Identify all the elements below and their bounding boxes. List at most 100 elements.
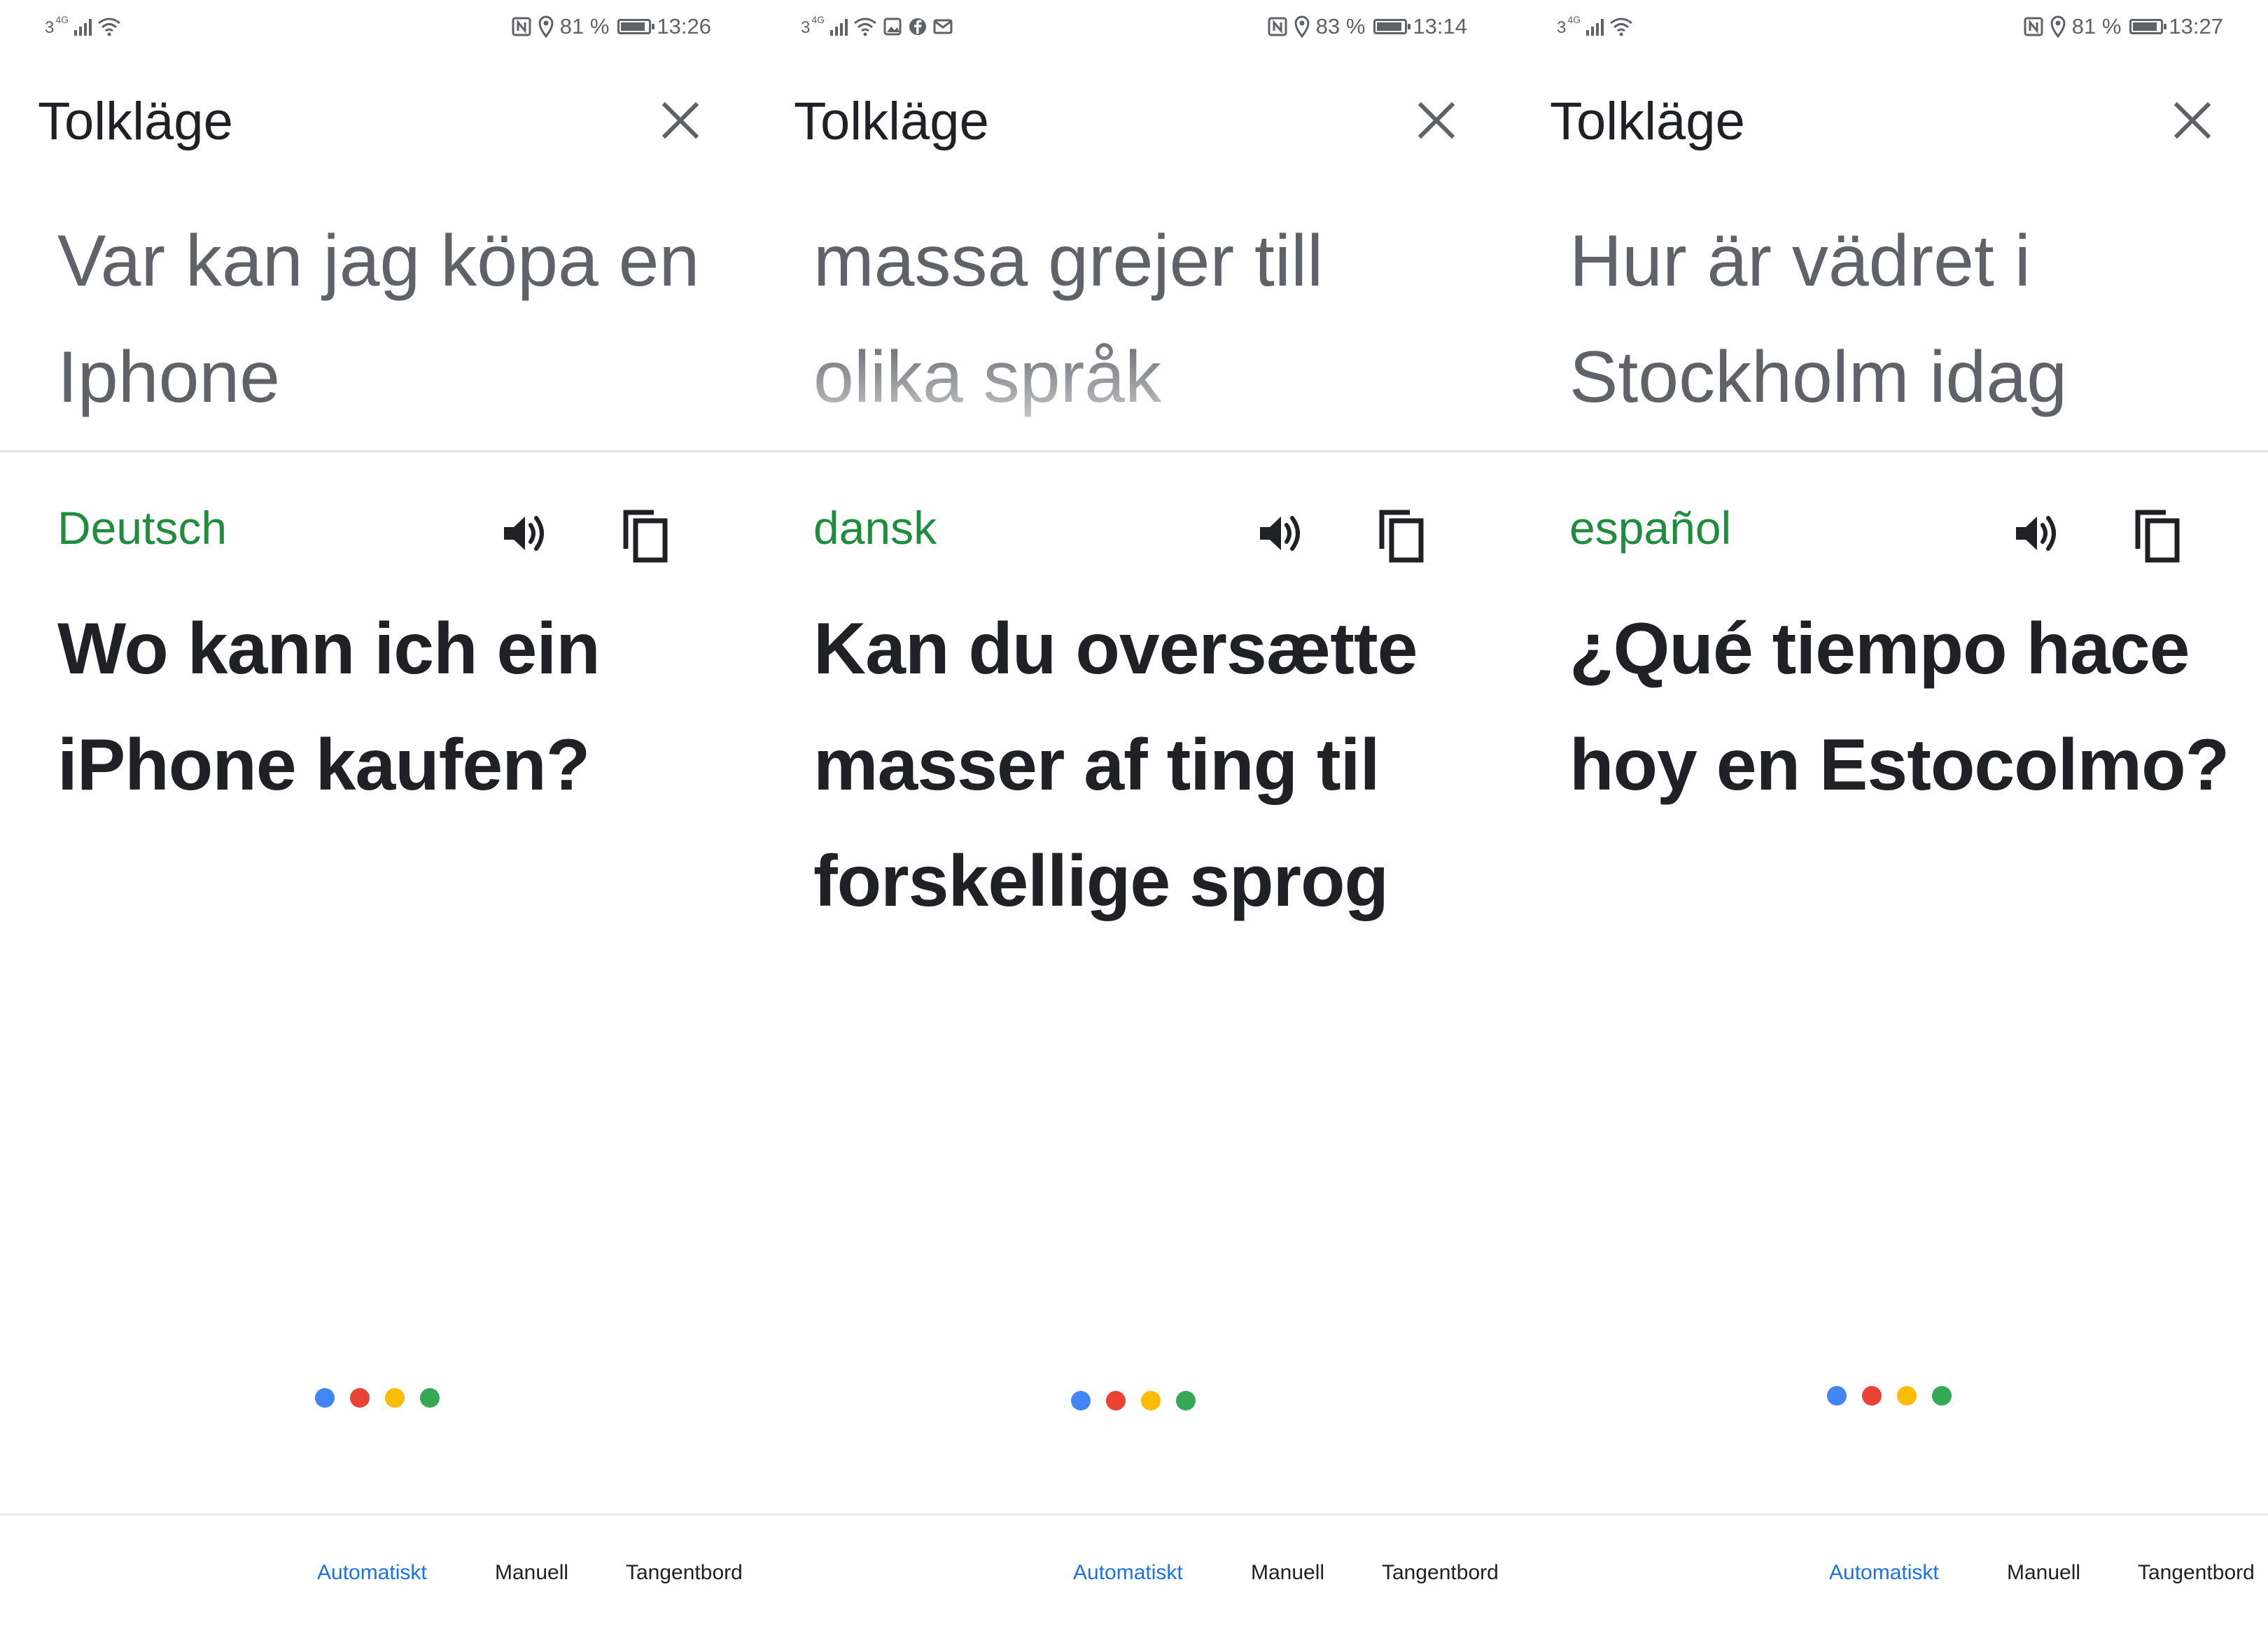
close-icon [662,102,699,139]
dot-yellow [1141,1391,1161,1410]
tab-manual[interactable]: Manuell [1251,1561,1324,1585]
listening-indicator [1827,1386,1952,1406]
close-button[interactable] [658,98,703,143]
network-type: 4G [811,14,825,25]
speaker-icon [2016,516,2056,551]
dot-blue [315,1388,335,1408]
target-language: Deutsch [57,502,227,554]
bottom-divider [0,1513,2268,1516]
listening-indicator [315,1388,440,1408]
clock: 13:14 [1413,14,1467,38]
target-language: dansk [813,502,937,554]
divider [0,450,756,452]
nfc-icon [1267,16,1288,37]
signal-icon [830,18,848,36]
speak-button[interactable] [498,508,549,559]
tab-automatic[interactable]: Automatiskt [1073,1561,1183,1585]
interpreter-panel-3: 3 4G 81 % 13:27 Tolkläge Hur är vädret i… [1512,0,2268,1638]
target-language: español [1569,502,1732,554]
speaker-icon [1260,516,1300,551]
battery-percent: 81 % [559,14,610,38]
battery-percent: 81 % [2071,14,2122,38]
copy-button[interactable] [1376,508,1427,564]
network-type: 4G [1567,14,1581,25]
copy-button[interactable] [620,508,671,564]
tab-keyboard[interactable]: Tangentbord [626,1561,743,1585]
close-icon [1418,102,1455,139]
copy-icon [1379,510,1424,563]
page-title: Tolkläge [38,92,233,151]
speak-button[interactable] [1254,508,1305,559]
copy-icon [623,510,668,563]
interpreter-panel-2: 3 4G 83 % 13:14 Tolkläge massa grejer ti… [756,0,1512,1638]
location-icon [2050,15,2066,38]
signal-icon [74,18,92,36]
dot-green [420,1388,440,1408]
dot-green [1176,1391,1196,1410]
tab-manual[interactable]: Manuell [2007,1561,2080,1585]
source-text: Hur är vädret i Stockholm idag [1569,220,2068,418]
wifi-icon [853,17,877,36]
network-label: 3 [45,18,55,37]
divider [1512,450,2268,452]
mode-tabs: Automatiskt Manuell Tangentbord [0,1561,756,1596]
interpreter-panel-1: 3 4G 81 % 13:26 Tolkläge Var kan jag köp… [0,0,756,1638]
battery-level [621,22,645,31]
facebook-icon [908,17,927,36]
dot-yellow [1897,1386,1917,1406]
dot-blue [1071,1391,1091,1410]
status-bar: 3 4G 81 % 13:27 [1512,0,2268,50]
location-icon [538,15,554,38]
close-button[interactable] [1414,98,1459,143]
speak-button[interactable] [2010,508,2061,559]
network-label: 3 [1557,18,1567,37]
tab-automatic[interactable]: Automatiskt [317,1561,427,1585]
tab-manual[interactable]: Manuell [495,1561,568,1585]
wifi-icon [1609,17,1633,36]
location-icon [1294,15,1310,38]
close-button[interactable] [2170,98,2215,143]
divider [756,450,1512,452]
battery-level [1377,22,1402,31]
battery-level [2133,22,2157,31]
close-icon [2174,102,2211,139]
translated-text: Wo kann ich ein iPhone kaufen? [57,608,601,806]
dot-yellow [385,1388,405,1408]
translated-text: ¿Qué tiempo hace hoy en Estocolmo? [1569,608,2230,806]
translated-text: Kan du oversætte masser af ting til fors… [813,608,1418,922]
mail-icon [933,18,953,35]
battery-icon [1373,19,1411,34]
nfc-icon [2023,16,2044,37]
dot-green [1932,1386,1952,1406]
battery-icon [617,19,655,34]
signal-icon [1586,18,1604,36]
speaker-icon [504,516,544,551]
status-bar: 3 4G 83 % 13:14 [756,0,1512,50]
dot-blue [1827,1386,1847,1406]
tab-keyboard[interactable]: Tangentbord [1382,1561,1499,1585]
gallery-icon [883,17,902,36]
page-title: Tolkläge [794,92,989,151]
source-text: massa grejer till olika språk [813,220,1324,418]
network-label: 3 [801,18,811,37]
mode-tabs: Automatiskt Manuell Tangentbord [756,1561,1512,1596]
tab-keyboard[interactable]: Tangentbord [2138,1561,2255,1585]
tab-automatic[interactable]: Automatiskt [1829,1561,1939,1585]
copy-icon [2135,510,2180,563]
wifi-icon [97,17,121,36]
dot-red [1106,1391,1126,1410]
status-bar: 3 4G 81 % 13:26 [0,0,756,50]
dot-red [1862,1386,1882,1406]
dot-red [350,1388,370,1408]
battery-percent: 83 % [1315,14,1366,38]
clock: 13:27 [2169,14,2223,38]
clock: 13:26 [657,14,711,38]
listening-indicator [1071,1391,1196,1410]
source-text: Var kan jag köpa en Iphone [57,220,700,418]
network-type: 4G [55,14,69,25]
copy-button[interactable] [2132,508,2183,564]
battery-icon [2129,19,2167,34]
mode-tabs: Automatiskt Manuell Tangentbord [1512,1561,2268,1596]
page-title: Tolkläge [1550,92,1745,151]
nfc-icon [511,16,532,37]
